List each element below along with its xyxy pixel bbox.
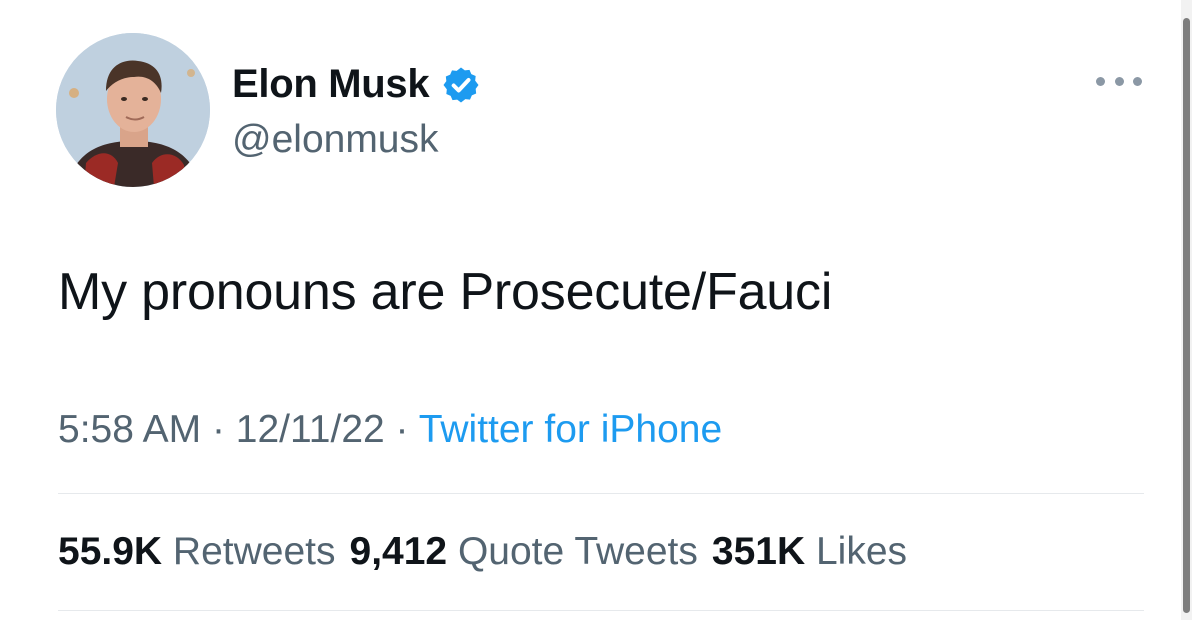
retweets-label: Retweets bbox=[172, 530, 336, 573]
tweet-stats: 55.9K Retweets 9,412 Quote Tweets 351K Lik… bbox=[58, 530, 907, 574]
tweet-source-link[interactable]: Twitter for iPhone bbox=[419, 408, 722, 451]
tweet-date[interactable]: 12/11/22 bbox=[236, 408, 385, 451]
author-handle[interactable]: @elonmusk bbox=[232, 118, 439, 162]
author-display-name-row[interactable]: Elon Musk bbox=[232, 62, 481, 107]
likes-label: Likes bbox=[815, 530, 908, 573]
tweet-time[interactable]: 5:58 AM bbox=[58, 408, 201, 451]
retweets-count: 55.9K bbox=[58, 530, 163, 573]
tweet-text: My pronouns are Prosecute/Fauci bbox=[58, 263, 833, 321]
quote-tweets-count: 9,412 bbox=[349, 530, 448, 573]
quote-tweets-stat[interactable]: 9,412 Quote Tweets bbox=[350, 530, 698, 573]
tweet-card: Elon Musk @elonmusk My pronouns are Pros… bbox=[0, 0, 1200, 620]
meta-separator: · bbox=[395, 408, 409, 451]
verified-badge-icon bbox=[441, 65, 481, 105]
likes-stat[interactable]: 351K Likes bbox=[712, 530, 907, 573]
tweet-meta: 5:58 AM · 12/11/22 · Twitter for iPhone bbox=[58, 408, 722, 452]
meta-separator: · bbox=[211, 408, 225, 451]
divider bbox=[58, 610, 1144, 611]
avatar[interactable] bbox=[56, 33, 210, 187]
avatar-image bbox=[56, 33, 210, 187]
more-options-icon[interactable] bbox=[1096, 68, 1142, 94]
scrollbar[interactable] bbox=[1181, 0, 1192, 620]
quote-tweets-label: Quote Tweets bbox=[457, 530, 698, 573]
author-display-name[interactable]: Elon Musk bbox=[232, 62, 430, 107]
divider bbox=[58, 493, 1144, 494]
retweets-stat[interactable]: 55.9K Retweets bbox=[58, 530, 336, 573]
likes-count: 351K bbox=[711, 530, 806, 573]
scrollbar-thumb[interactable] bbox=[1183, 18, 1190, 613]
